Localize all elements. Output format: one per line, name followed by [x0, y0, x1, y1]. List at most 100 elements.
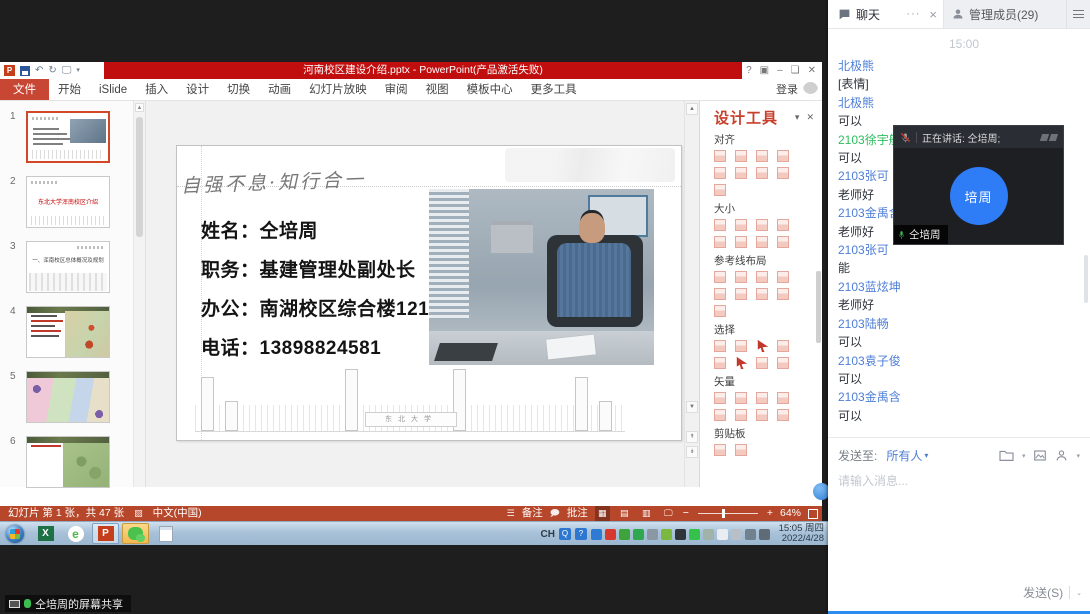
select-arrow-icon[interactable]: [735, 357, 747, 369]
help-button[interactable]: ?: [746, 65, 752, 76]
vector-union-icon[interactable]: [735, 392, 747, 404]
ribbon-tab[interactable]: 动画: [259, 79, 300, 100]
vector-text-icon[interactable]: [756, 409, 768, 421]
taskbar-powerpoint-icon[interactable]: P: [92, 523, 119, 544]
mention-member-icon[interactable]: [1055, 449, 1068, 462]
guide-left-icon[interactable]: [714, 271, 726, 283]
send-to-dropdown-icon[interactable]: ▾: [924, 451, 928, 460]
ribbon-tab[interactable]: 幻灯片放映: [300, 79, 376, 100]
guide-bottom-icon[interactable]: [735, 288, 747, 300]
action-center-flag-tray-icon[interactable]: [717, 529, 728, 540]
ribbon-tab[interactable]: 插入: [136, 79, 177, 100]
portrait-photo[interactable]: [429, 189, 654, 365]
guide-vertical-icon[interactable]: [777, 288, 789, 300]
start-slideshow-icon[interactable]: 🖵︎: [62, 66, 72, 76]
tab-chat[interactable]: 聊天 ··· ×: [828, 0, 944, 28]
guide-grid-icon[interactable]: [714, 305, 726, 317]
thumbnail-slide-2[interactable]: 2 东北大学浑南校区介绍: [0, 176, 145, 228]
ribbon-tab[interactable]: 文件: [0, 79, 49, 100]
match-width-icon[interactable]: [777, 219, 789, 231]
network-signal-tray-icon[interactable]: [689, 529, 700, 540]
zoom-out-button[interactable]: −: [683, 506, 689, 521]
scroll-down-icon[interactable]: ▼: [686, 401, 698, 413]
clipboard-tray-icon[interactable]: [731, 529, 742, 540]
mention-dropdown-icon[interactable]: ▾: [1076, 452, 1080, 460]
clipboard-paste-icon[interactable]: [735, 444, 747, 456]
select-copy-icon[interactable]: [777, 357, 789, 369]
taskbar-browser-icon[interactable]: e: [62, 523, 89, 544]
taskbar-clock[interactable]: 15:05 周四 2022/4/28: [779, 524, 824, 544]
guard-shield-tray-icon[interactable]: [661, 529, 672, 540]
panel-close-icon[interactable]: ✕: [806, 112, 814, 123]
align-left-icon[interactable]: [714, 150, 726, 162]
select-same-outline-icon[interactable]: [714, 357, 726, 369]
cpu-monitor-tray-icon[interactable]: [605, 529, 616, 540]
send-options-dropdown-icon[interactable]: ⌄: [1076, 589, 1082, 597]
ribbon-tab[interactable]: 开始: [49, 79, 90, 100]
tab-manage-members[interactable]: 管理成员(29): [944, 0, 1066, 28]
align-middle-icon[interactable]: [714, 167, 726, 179]
guide-center-icon[interactable]: [735, 271, 747, 283]
taskbar-excel-icon[interactable]: X: [32, 523, 59, 544]
thumbnail-slide-3[interactable]: 3 一、浑南校区总体概况及规划: [0, 241, 145, 293]
undo-icon[interactable]: ↶: [35, 66, 43, 76]
ribbon-tab[interactable]: iSlide: [90, 79, 136, 100]
scroll-up-icon[interactable]: ▲: [135, 103, 144, 112]
ribbon-display-options-button[interactable]: ▣: [760, 65, 769, 76]
toggle-notes-button[interactable]: 备注: [522, 506, 543, 521]
slideshow-view-button[interactable]: 🖵︎: [661, 506, 676, 521]
arrange-grid-icon[interactable]: [714, 184, 726, 196]
zoom-slider[interactable]: [698, 513, 758, 514]
send-to-selector[interactable]: 所有人: [886, 447, 922, 464]
chat-scrollbar[interactable]: [1084, 255, 1088, 303]
display-settings-tray-icon[interactable]: [647, 529, 658, 540]
chat-more-options-icon[interactable]: ···: [906, 8, 920, 20]
equal-size-icon[interactable]: [756, 219, 768, 231]
reading-view-button[interactable]: ▥: [639, 506, 654, 521]
guide-middle-icon[interactable]: [714, 288, 726, 300]
distribute-h-icon[interactable]: [756, 167, 768, 179]
netdisk-tray-icon[interactable]: [591, 529, 602, 540]
distribute-v-icon[interactable]: [777, 167, 789, 179]
swap-size-icon[interactable]: [735, 236, 747, 248]
zoom-in-button[interactable]: +: [767, 506, 773, 521]
select-same-format-icon[interactable]: [714, 340, 726, 352]
vector-subtract-icon[interactable]: [756, 392, 768, 404]
thumbnail-slide-6[interactable]: 6: [0, 436, 145, 488]
next-slide-icon[interactable]: ↡: [686, 446, 698, 458]
ribbon-tab[interactable]: 视图: [417, 79, 458, 100]
match-height-icon[interactable]: [714, 236, 726, 248]
guide-top-icon[interactable]: [777, 271, 789, 283]
slide-sorter-view-button[interactable]: ▤: [617, 506, 632, 521]
network-bars-tray-icon[interactable]: [745, 529, 756, 540]
vector-shape-icon[interactable]: [714, 392, 726, 404]
stretch-left-icon[interactable]: [756, 236, 768, 248]
login-link[interactable]: 登录: [776, 79, 798, 101]
align-center-h-icon[interactable]: [735, 150, 747, 162]
guide-right-icon[interactable]: [756, 271, 768, 283]
select-same-size-icon[interactable]: [735, 340, 747, 352]
send-button[interactable]: 发送(S): [1023, 584, 1063, 601]
align-bottom-icon[interactable]: [735, 167, 747, 179]
toggle-comments-button[interactable]: 批注: [567, 506, 588, 521]
equal-width-icon[interactable]: [714, 219, 726, 231]
start-button[interactable]: [6, 525, 24, 543]
vector-exclude-icon[interactable]: [714, 409, 726, 421]
language-bar[interactable]: CH: [541, 529, 555, 540]
normal-view-button[interactable]: ▦: [595, 506, 610, 521]
account-avatar[interactable]: [803, 82, 818, 97]
align-top-icon[interactable]: [777, 150, 789, 162]
thumbnail-slide-5[interactable]: 5: [0, 371, 145, 423]
save-icon[interactable]: [20, 66, 30, 76]
chat-close-icon[interactable]: ×: [929, 7, 937, 22]
thumbnail-slide-1[interactable]: 1: [0, 111, 145, 163]
taskbar-notepad-icon[interactable]: [152, 523, 179, 544]
panel-menu-button[interactable]: [1066, 0, 1090, 28]
speaker-video-overlay[interactable]: 正在讲话: 仝培周; 培周 仝培周: [893, 125, 1064, 245]
close-button[interactable]: ✕: [808, 65, 816, 76]
equal-height-icon[interactable]: [735, 219, 747, 231]
ribbon-tab[interactable]: 设计: [177, 79, 218, 100]
vector-divide-icon[interactable]: [735, 409, 747, 421]
restore-button[interactable]: ❏: [791, 65, 800, 76]
qat-dropdown-icon[interactable]: ▾: [76, 66, 80, 76]
